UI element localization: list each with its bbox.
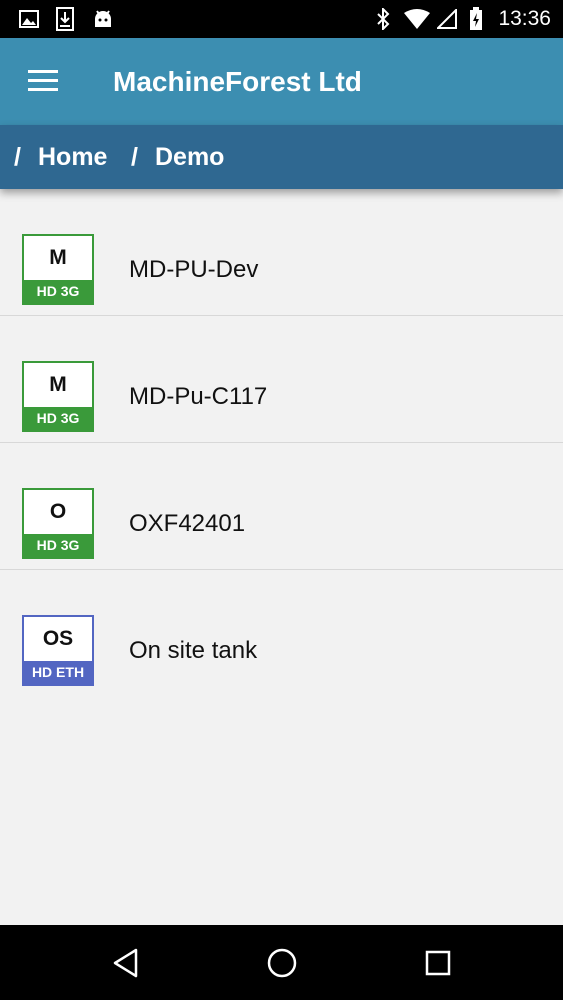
- android-icon: [90, 0, 116, 38]
- image-icon: [16, 0, 42, 38]
- download-icon: [54, 0, 76, 38]
- app-bar: MachineForest Ltd: [0, 38, 563, 125]
- device-name: MD-PU-Dev: [129, 256, 259, 283]
- device-badge: M HD 3G: [22, 234, 94, 305]
- breadcrumb-home[interactable]: Home: [38, 125, 107, 189]
- back-icon[interactable]: [86, 925, 166, 1000]
- wifi-icon: [401, 0, 433, 38]
- badge-type: HD ETH: [24, 661, 92, 684]
- badge-letter: O: [49, 500, 67, 523]
- badge-letter: M: [49, 246, 67, 269]
- device-badge: O HD 3G: [22, 488, 94, 559]
- status-time: 13:36: [498, 7, 551, 30]
- badge-type: HD 3G: [24, 407, 92, 430]
- badge-type: HD 3G: [24, 280, 92, 303]
- list-item[interactable]: M HD 3G MD-Pu-C117: [0, 316, 563, 443]
- breadcrumb-separator: /: [131, 143, 138, 171]
- device-name: On site tank: [129, 637, 258, 664]
- home-icon[interactable]: [242, 925, 322, 1000]
- device-badge: OS HD ETH: [22, 615, 94, 686]
- device-list: M HD 3G MD-PU-Dev M HD 3G MD-Pu-C117 O H…: [0, 189, 563, 696]
- status-bar: 13:36: [0, 0, 563, 38]
- list-item[interactable]: OS HD ETH On site tank: [0, 570, 563, 696]
- recents-icon[interactable]: [398, 925, 478, 1000]
- device-name: MD-Pu-C117: [129, 383, 268, 410]
- nav-bar: [0, 925, 563, 1000]
- badge-letter: M: [49, 373, 67, 396]
- breadcrumb: / Home / Demo: [0, 125, 563, 189]
- badge-type: HD 3G: [24, 534, 92, 557]
- list-item[interactable]: M HD 3G MD-PU-Dev: [0, 189, 563, 316]
- battery-icon: [466, 0, 486, 38]
- breadcrumb-separator: /: [14, 143, 21, 171]
- app-title: MachineForest Ltd: [113, 66, 362, 97]
- hamburger-icon[interactable]: [28, 68, 60, 94]
- signal-icon: [435, 0, 459, 38]
- device-name: OXF42401: [129, 510, 246, 537]
- breadcrumb-demo[interactable]: Demo: [155, 125, 224, 189]
- device-badge: M HD 3G: [22, 361, 94, 432]
- bluetooth-icon: [372, 0, 394, 38]
- badge-letter: OS: [42, 627, 74, 650]
- list-item[interactable]: O HD 3G OXF42401: [0, 443, 563, 570]
